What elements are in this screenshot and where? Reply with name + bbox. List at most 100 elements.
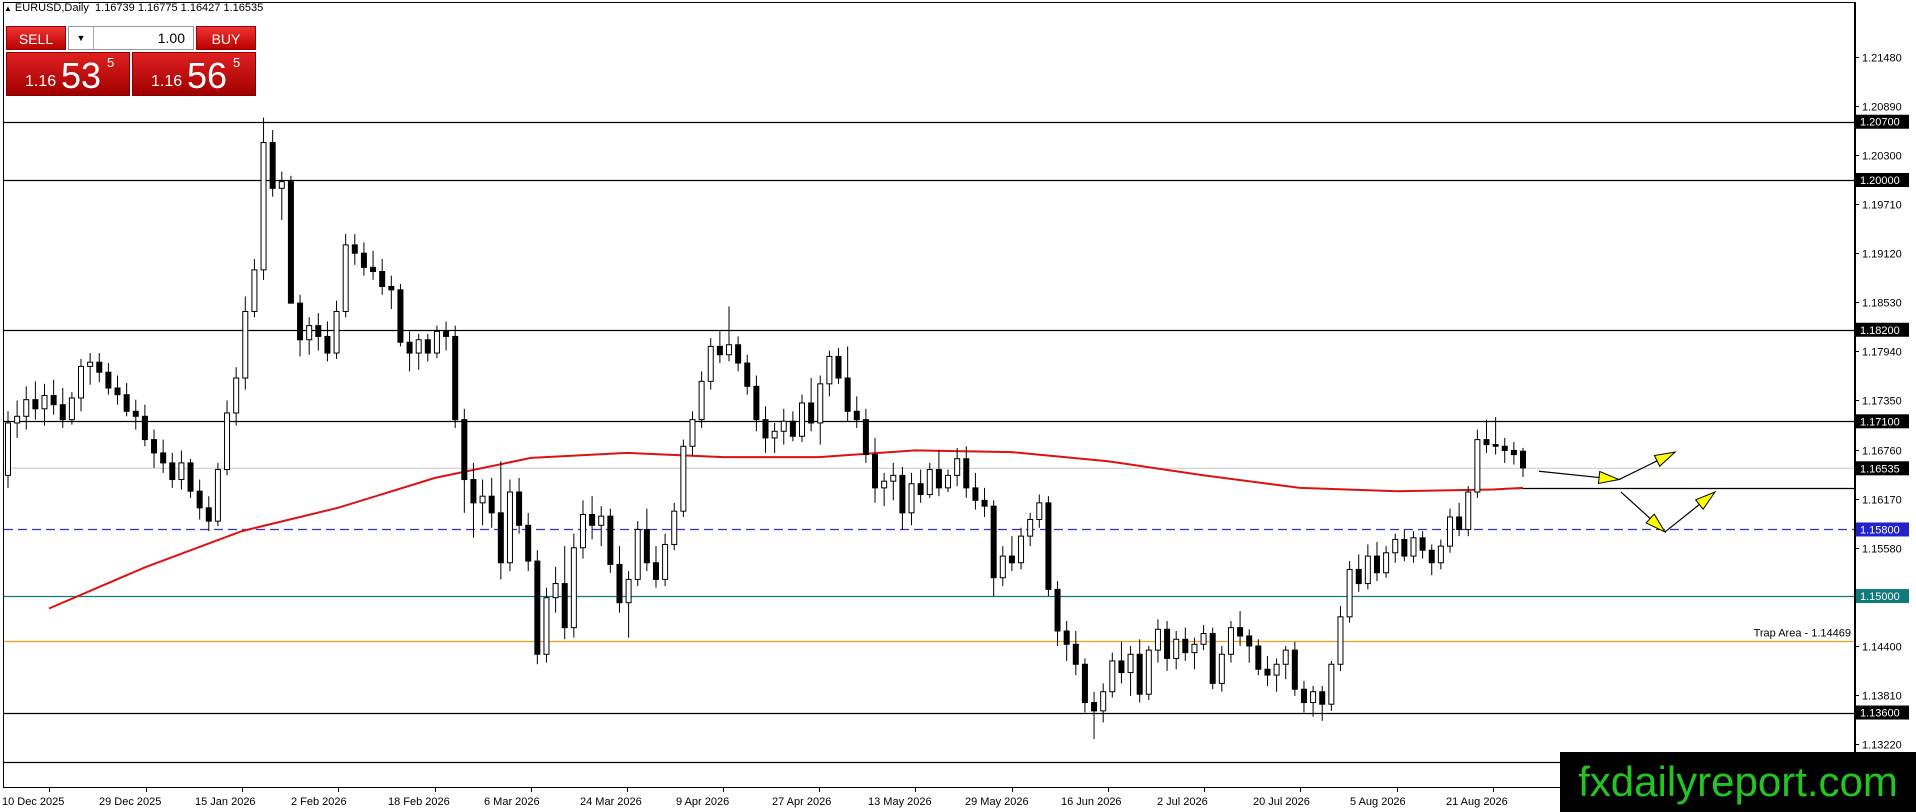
candle-bull: [1018, 535, 1025, 564]
sell-quote-pips: 53: [61, 55, 102, 96]
price-level-label: 1.18200: [1860, 325, 1900, 337]
candle-bear: [589, 513, 596, 526]
sell-button[interactable]: SELL: [6, 26, 66, 50]
chevron-down-icon[interactable]: ▼: [69, 27, 94, 49]
y-tick-label: 1.20890: [1862, 102, 1902, 114]
candle-bear: [59, 404, 66, 421]
candle-bear: [470, 479, 477, 504]
candle-bear: [525, 524, 532, 562]
candle-bear: [744, 362, 751, 387]
buy-button[interactable]: BUY: [196, 26, 256, 50]
candle-bear: [1419, 537, 1426, 551]
candle-bear: [315, 325, 322, 337]
candle-bear: [1182, 638, 1189, 654]
candle-bear: [269, 142, 276, 189]
candle-bear: [1246, 635, 1253, 647]
candle-bear: [141, 415, 148, 441]
candle-bear: [443, 330, 450, 337]
candle-bull: [1200, 632, 1207, 645]
candle-bear: [917, 483, 924, 496]
candle-bear: [50, 394, 57, 406]
buy-quote[interactable]: 1.16 56 5: [132, 52, 256, 96]
candle-bear: [1118, 660, 1125, 674]
candle-bull: [87, 361, 94, 367]
sell-quote[interactable]: 1.16 53 5: [6, 52, 130, 96]
candle-bull: [1173, 638, 1180, 659]
candle-bull: [41, 394, 48, 410]
candle-bull: [1364, 555, 1371, 585]
x-tick-label: 15 Jan 2026: [195, 796, 256, 808]
candle-bull: [1127, 653, 1134, 674]
price-chart[interactable]: 1.21480 1.20890 1.20300 1.19710 1.19120 1.185…: [0, 0, 1916, 812]
candle-bull: [680, 445, 687, 512]
candle-bear: [990, 505, 997, 579]
candle-bull: [433, 330, 440, 354]
candle-bull: [479, 495, 486, 504]
candle-bear: [406, 341, 413, 354]
candle-bear: [1136, 653, 1143, 695]
candle-bear: [963, 458, 970, 489]
candle-bear: [424, 339, 431, 354]
candle-bear: [872, 454, 879, 489]
lot-size-input[interactable]: [95, 27, 185, 49]
candle-bear: [151, 439, 158, 454]
candle-bear: [935, 469, 942, 489]
price-level-label: 1.15800: [1860, 524, 1900, 536]
candle-bear: [607, 515, 614, 565]
candle-bear: [488, 495, 495, 514]
candle-bear: [899, 474, 906, 514]
ohlc-values: 1.16739 1.16775 1.16427 1.16535: [95, 2, 264, 14]
candle-bear: [324, 335, 331, 354]
candle-bull: [826, 355, 833, 385]
candle-bull: [570, 547, 577, 629]
y-tick-label: 1.17940: [1862, 347, 1902, 359]
brand-watermark: fxdailyreport.com: [1560, 752, 1916, 812]
candle-bull: [881, 480, 888, 489]
candle-bear: [297, 302, 304, 341]
candle-bear: [753, 385, 760, 421]
x-tick-label: 6 Mar 2026: [484, 796, 540, 808]
x-tick-label: 21 Aug 2026: [1446, 796, 1508, 808]
candle-bear: [497, 512, 504, 564]
candle-bull: [1465, 491, 1472, 530]
candle-bull: [671, 510, 678, 545]
candle-bull: [543, 597, 550, 655]
candle-bear: [132, 410, 139, 417]
candle-bear: [1255, 645, 1262, 670]
candle-bull: [278, 181, 285, 189]
candle-bear: [1054, 588, 1061, 632]
candle-bear: [516, 491, 523, 526]
candle-bull: [23, 399, 30, 417]
candle-bull: [662, 543, 669, 580]
collapse-triangle-icon[interactable]: ▲: [4, 4, 12, 13]
candle-bull: [954, 458, 961, 476]
candle-bear: [1063, 630, 1070, 645]
x-tick-label: 9 Apr 2026: [676, 796, 729, 808]
candle-bear: [1428, 549, 1435, 564]
candle-bull: [945, 474, 952, 489]
candle-bull: [908, 483, 915, 514]
candle-bull: [552, 583, 559, 599]
candle-bull: [890, 474, 897, 482]
candle-bear: [1237, 627, 1244, 637]
x-tick-label: 29 Dec 2025: [99, 796, 161, 808]
candle-bear: [835, 355, 842, 379]
candle-bull: [1383, 552, 1390, 574]
chart-frame: [3, 2, 1855, 788]
candle-bear: [652, 562, 659, 580]
candle-bull: [306, 325, 313, 341]
candle-bull: [799, 402, 806, 437]
candle-bull: [817, 383, 824, 424]
lot-size-control[interactable]: ▼: [68, 26, 194, 50]
x-tick-label: 16 Jun 2026: [1061, 796, 1122, 808]
candle-bear: [1081, 663, 1088, 704]
candle-bear: [160, 452, 167, 464]
candle-bear: [351, 244, 358, 254]
candle-bear: [196, 490, 203, 509]
candle-bull: [598, 515, 605, 526]
x-tick-label: 2 Feb 2026: [291, 796, 347, 808]
price-axis: 1.21480 1.20890 1.20300 1.19710 1.19120 1.185…: [1855, 53, 1909, 770]
candle-bull: [1273, 663, 1280, 676]
candle-bull: [1392, 538, 1399, 554]
sell-quote-fraction: 5: [107, 55, 115, 70]
